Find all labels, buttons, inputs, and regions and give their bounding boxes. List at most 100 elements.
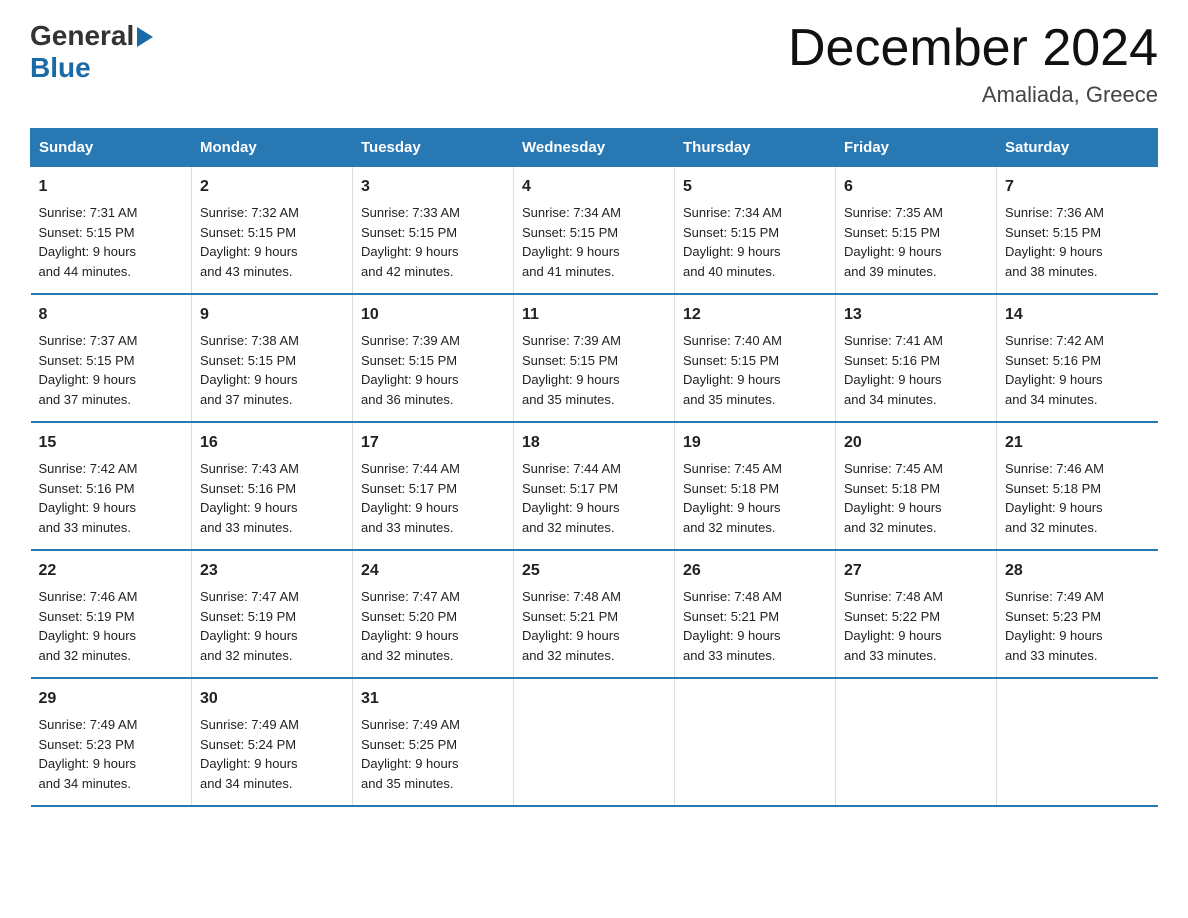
day-number: 31: [361, 687, 505, 711]
daylight-label: Daylight: 9 hours: [683, 372, 781, 387]
col-friday: Friday: [836, 129, 997, 167]
sunrise-label: Sunrise: 7:44 AM: [361, 461, 460, 476]
sunrise-label: Sunrise: 7:47 AM: [361, 589, 460, 604]
day-number: 5: [683, 175, 827, 199]
daylight-minutes: and 33 minutes.: [200, 520, 293, 535]
list-item: [836, 678, 997, 806]
sunrise-label: Sunrise: 7:37 AM: [39, 333, 138, 348]
sunset-label: Sunset: 5:23 PM: [39, 737, 135, 752]
sunset-label: Sunset: 5:18 PM: [683, 481, 779, 496]
sunset-label: Sunset: 5:24 PM: [200, 737, 296, 752]
logo: General Blue: [30, 20, 153, 84]
daylight-minutes: and 37 minutes.: [200, 392, 293, 407]
daylight-label: Daylight: 9 hours: [200, 244, 298, 259]
daylight-label: Daylight: 9 hours: [1005, 244, 1103, 259]
sunset-label: Sunset: 5:23 PM: [1005, 609, 1101, 624]
logo-blue: Blue: [30, 52, 91, 83]
list-item: 14 Sunrise: 7:42 AM Sunset: 5:16 PM Dayl…: [997, 294, 1158, 422]
daylight-minutes: and 35 minutes.: [522, 392, 615, 407]
sunset-label: Sunset: 5:15 PM: [361, 353, 457, 368]
sunset-label: Sunset: 5:17 PM: [522, 481, 618, 496]
sunrise-label: Sunrise: 7:49 AM: [1005, 589, 1104, 604]
col-saturday: Saturday: [997, 129, 1158, 167]
list-item: 3 Sunrise: 7:33 AM Sunset: 5:15 PM Dayli…: [353, 167, 514, 295]
sunrise-label: Sunrise: 7:44 AM: [522, 461, 621, 476]
list-item: 25 Sunrise: 7:48 AM Sunset: 5:21 PM Dayl…: [514, 550, 675, 678]
daylight-minutes: and 40 minutes.: [683, 264, 776, 279]
sunrise-label: Sunrise: 7:43 AM: [200, 461, 299, 476]
day-number: 30: [200, 687, 344, 711]
list-item: 2 Sunrise: 7:32 AM Sunset: 5:15 PM Dayli…: [192, 167, 353, 295]
daylight-minutes: and 39 minutes.: [844, 264, 937, 279]
daylight-minutes: and 35 minutes.: [361, 776, 454, 791]
day-number: 15: [39, 431, 184, 455]
daylight-label: Daylight: 9 hours: [39, 756, 137, 771]
sunset-label: Sunset: 5:25 PM: [361, 737, 457, 752]
list-item: 21 Sunrise: 7:46 AM Sunset: 5:18 PM Dayl…: [997, 422, 1158, 550]
list-item: 19 Sunrise: 7:45 AM Sunset: 5:18 PM Dayl…: [675, 422, 836, 550]
day-number: 17: [361, 431, 505, 455]
list-item: 11 Sunrise: 7:39 AM Sunset: 5:15 PM Dayl…: [514, 294, 675, 422]
sunrise-label: Sunrise: 7:48 AM: [683, 589, 782, 604]
sunset-label: Sunset: 5:19 PM: [39, 609, 135, 624]
page-header: General Blue December 2024 Amaliada, Gre…: [30, 20, 1158, 108]
day-number: 3: [361, 175, 505, 199]
daylight-label: Daylight: 9 hours: [844, 372, 942, 387]
daylight-label: Daylight: 9 hours: [39, 500, 137, 515]
sunset-label: Sunset: 5:15 PM: [39, 353, 135, 368]
daylight-label: Daylight: 9 hours: [522, 244, 620, 259]
daylight-label: Daylight: 9 hours: [522, 500, 620, 515]
table-row: 29 Sunrise: 7:49 AM Sunset: 5:23 PM Dayl…: [31, 678, 1158, 806]
daylight-label: Daylight: 9 hours: [39, 372, 137, 387]
day-number: 27: [844, 559, 988, 583]
sunrise-label: Sunrise: 7:48 AM: [844, 589, 943, 604]
daylight-label: Daylight: 9 hours: [361, 628, 459, 643]
sunset-label: Sunset: 5:15 PM: [683, 353, 779, 368]
list-item: 31 Sunrise: 7:49 AM Sunset: 5:25 PM Dayl…: [353, 678, 514, 806]
table-row: 15 Sunrise: 7:42 AM Sunset: 5:16 PM Dayl…: [31, 422, 1158, 550]
logo-arrow-icon: [137, 27, 153, 47]
sunset-label: Sunset: 5:16 PM: [200, 481, 296, 496]
sunset-label: Sunset: 5:21 PM: [683, 609, 779, 624]
day-number: 14: [1005, 303, 1150, 327]
table-row: 8 Sunrise: 7:37 AM Sunset: 5:15 PM Dayli…: [31, 294, 1158, 422]
day-number: 9: [200, 303, 344, 327]
sunset-label: Sunset: 5:19 PM: [200, 609, 296, 624]
list-item: 8 Sunrise: 7:37 AM Sunset: 5:15 PM Dayli…: [31, 294, 192, 422]
col-tuesday: Tuesday: [353, 129, 514, 167]
day-number: 2: [200, 175, 344, 199]
sunset-label: Sunset: 5:20 PM: [361, 609, 457, 624]
daylight-minutes: and 37 minutes.: [39, 392, 132, 407]
list-item: 23 Sunrise: 7:47 AM Sunset: 5:19 PM Dayl…: [192, 550, 353, 678]
list-item: [997, 678, 1158, 806]
sunrise-label: Sunrise: 7:42 AM: [1005, 333, 1104, 348]
daylight-minutes: and 42 minutes.: [361, 264, 454, 279]
daylight-label: Daylight: 9 hours: [1005, 628, 1103, 643]
list-item: 28 Sunrise: 7:49 AM Sunset: 5:23 PM Dayl…: [997, 550, 1158, 678]
daylight-minutes: and 32 minutes.: [1005, 520, 1098, 535]
list-item: 22 Sunrise: 7:46 AM Sunset: 5:19 PM Dayl…: [31, 550, 192, 678]
sunrise-label: Sunrise: 7:34 AM: [683, 205, 782, 220]
list-item: 24 Sunrise: 7:47 AM Sunset: 5:20 PM Dayl…: [353, 550, 514, 678]
daylight-minutes: and 34 minutes.: [39, 776, 132, 791]
day-number: 22: [39, 559, 184, 583]
sunset-label: Sunset: 5:18 PM: [1005, 481, 1101, 496]
col-monday: Monday: [192, 129, 353, 167]
sunset-label: Sunset: 5:15 PM: [683, 225, 779, 240]
sunrise-label: Sunrise: 7:41 AM: [844, 333, 943, 348]
table-row: 22 Sunrise: 7:46 AM Sunset: 5:19 PM Dayl…: [31, 550, 1158, 678]
day-number: 19: [683, 431, 827, 455]
sunset-label: Sunset: 5:15 PM: [200, 225, 296, 240]
list-item: 5 Sunrise: 7:34 AM Sunset: 5:15 PM Dayli…: [675, 167, 836, 295]
sunrise-label: Sunrise: 7:45 AM: [683, 461, 782, 476]
col-sunday: Sunday: [31, 129, 192, 167]
day-number: 24: [361, 559, 505, 583]
table-row: 1 Sunrise: 7:31 AM Sunset: 5:15 PM Dayli…: [31, 167, 1158, 295]
sunset-label: Sunset: 5:15 PM: [361, 225, 457, 240]
sunset-label: Sunset: 5:16 PM: [1005, 353, 1101, 368]
sunset-label: Sunset: 5:17 PM: [361, 481, 457, 496]
calendar-table: Sunday Monday Tuesday Wednesday Thursday…: [30, 128, 1158, 807]
day-number: 6: [844, 175, 988, 199]
daylight-label: Daylight: 9 hours: [683, 628, 781, 643]
daylight-label: Daylight: 9 hours: [683, 244, 781, 259]
